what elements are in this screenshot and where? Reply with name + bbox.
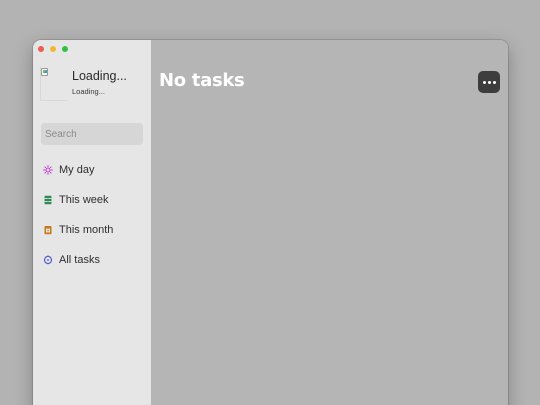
profile-subtitle: Loading... xyxy=(72,87,105,96)
user-profile[interactable]: Loading... Loading... xyxy=(40,67,148,101)
week-stack-icon xyxy=(43,195,53,205)
sidebar-item-all-tasks[interactable]: All tasks xyxy=(43,252,100,268)
sidebar-item-label: My day xyxy=(59,164,95,176)
sidebar-item-this-week[interactable]: This week xyxy=(43,192,109,208)
cycle-icon xyxy=(43,255,53,265)
sidebar-item-my-day[interactable]: My day xyxy=(43,162,94,178)
minimize-window-button[interactable] xyxy=(50,46,56,52)
sidebar: Loading... Loading... Search My day This… xyxy=(33,40,151,405)
close-window-button[interactable] xyxy=(38,46,44,52)
window-controls xyxy=(38,46,68,52)
profile-name: Loading... xyxy=(72,69,127,83)
app-window: Loading... Loading... Search My day This… xyxy=(33,40,508,405)
more-options-button[interactable] xyxy=(478,71,500,93)
zoom-window-button[interactable] xyxy=(62,46,68,52)
more-dots-icon xyxy=(482,80,486,84)
search-input[interactable] xyxy=(41,123,143,145)
sun-icon xyxy=(43,165,53,175)
sidebar-item-label: All tasks xyxy=(59,254,100,266)
avatar xyxy=(40,67,68,101)
sidebar-item-label: This month xyxy=(59,224,114,236)
page-title: No tasks xyxy=(159,70,245,91)
calendar-icon xyxy=(43,225,53,235)
sidebar-item-this-month[interactable]: This month xyxy=(43,222,113,238)
broken-image-icon xyxy=(41,68,48,76)
sidebar-item-label: This week xyxy=(59,194,109,206)
main-panel: No tasks xyxy=(151,40,508,405)
